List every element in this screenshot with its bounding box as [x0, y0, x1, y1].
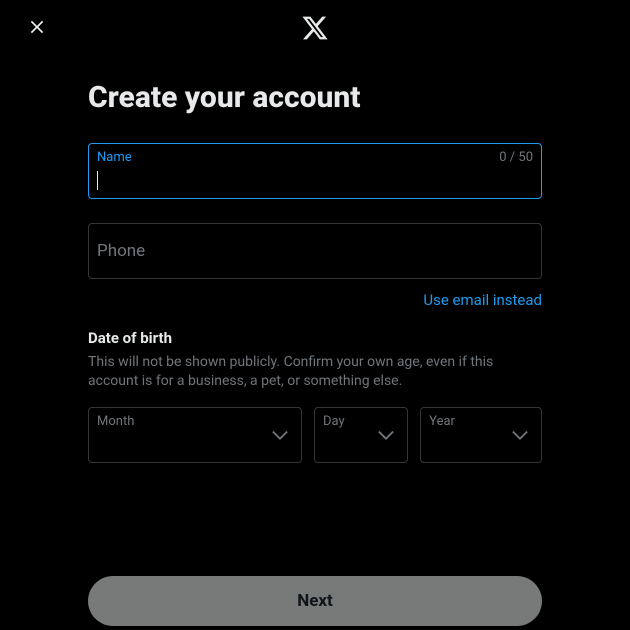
text-cursor: [97, 171, 98, 190]
phone-placeholder: Phone: [97, 241, 145, 261]
name-input[interactable]: Name 0 / 50: [88, 143, 542, 199]
dob-heading: Date of birth: [88, 329, 542, 347]
dob-description: This will not be shown publicly. Confirm…: [88, 353, 542, 391]
month-label: Month: [97, 414, 134, 429]
chevron-down-icon: [509, 424, 531, 446]
year-select[interactable]: Year: [420, 407, 542, 463]
close-icon: [27, 17, 47, 41]
x-logo-icon: [301, 14, 329, 42]
next-button-label: Next: [297, 591, 333, 611]
day-label: Day: [323, 414, 345, 429]
next-button[interactable]: Next: [88, 576, 542, 626]
chevron-down-icon: [375, 424, 397, 446]
day-select[interactable]: Day: [314, 407, 408, 463]
year-label: Year: [429, 414, 455, 429]
close-button[interactable]: [26, 18, 48, 40]
page-title: Create your account: [88, 80, 542, 115]
use-email-link[interactable]: Use email instead: [88, 291, 542, 309]
phone-input[interactable]: Phone: [88, 223, 542, 279]
name-label: Name: [97, 150, 132, 165]
month-select[interactable]: Month: [88, 407, 302, 463]
chevron-down-icon: [269, 424, 291, 446]
name-char-count: 0 / 50: [499, 150, 533, 165]
